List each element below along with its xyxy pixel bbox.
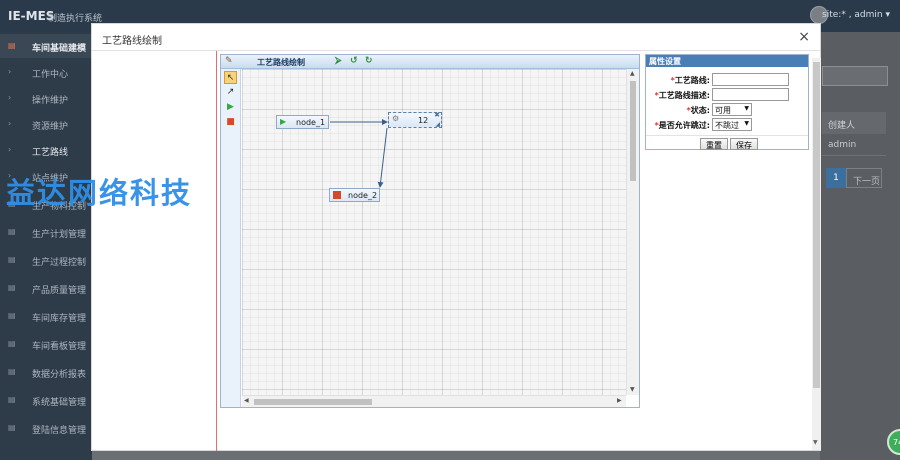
stop-icon [333,191,341,199]
sidebar-item-operation[interactable]: › 操作维护 [0,86,92,110]
workshop-icon: ▤ [8,41,16,50]
task-node[interactable]: ⚙ 12 ✖ ◢ [388,111,442,128]
canvas-horizontal-scrollbar[interactable]: ◀ ▶ [242,395,626,407]
menu-icon: ▤ [8,311,16,320]
properties-buttons: 重置 保存 [646,135,808,150]
sidebar-item-process[interactable]: ▤ 生产过程控制 [0,248,92,272]
field-routing-desc: *工艺路线描述: [646,88,808,102]
status-select[interactable]: 可用 ▼ [712,103,752,116]
design-canvas[interactable]: ▶ node_1 ⚙ 12 ✖ ◢ node_2 [242,69,626,395]
redo-icon[interactable]: ↻ [365,56,373,66]
sidebar-item-quality[interactable]: ▤ 产品质量管理 [0,276,92,300]
status-label: 状态: [690,106,710,115]
save-icon[interactable]: ⮚ [335,56,341,66]
scroll-left-icon[interactable]: ◀ [244,397,249,404]
sidebar-item-work-center[interactable]: › 工作中心 [0,60,92,84]
dialog-title: 工艺路线绘制 [102,36,162,47]
field-status: *状态: 可用 ▼ [646,103,808,117]
end-node[interactable]: node_2 [329,188,380,202]
start-node[interactable]: ▶ node_1 [276,115,329,129]
menu-icon: ▤ [8,367,16,376]
task-node-label: 12 [418,116,429,125]
menu-icon: ▤ [8,255,16,264]
routing-designer: ✎ 工艺路线绘制 ⮚ ↺ ↻ ↖ ↗ ▶ ■ ▶ node_1 ⚙ 12 ✖ ◢… [220,54,640,408]
properties-panel: 属性设置 *工艺路线: *工艺路线描述: *状态: 可用 ▼ *是否允许跳过: … [645,54,809,150]
background-content [820,32,900,460]
column-header-creator: 创建人 [822,112,886,134]
sidebar-item-reports[interactable]: ▤ 数据分析报表 [0,360,92,384]
dialog-left-panel [92,51,217,451]
dialog-header: 工艺路线绘制 × [92,24,820,51]
designer-title-bar: ✎ 工艺路线绘制 ⮚ ↺ ↻ [221,55,639,69]
flow-task-to-end [377,127,388,188]
pagination-next[interactable]: 下一页 [846,168,882,188]
horizontal-scroll-thumb[interactable] [254,399,372,405]
chevron-down-icon: ▼ [744,120,749,127]
start-node-label: node_1 [296,118,326,127]
routing-desc-label: 工艺路线描述: [658,91,710,100]
scroll-down-icon[interactable]: ▼ [813,439,818,446]
sidebar-item-workshop-modeling[interactable]: ▤ 车间基础建模 [0,34,92,58]
sidebar-item-kanban[interactable]: ▤ 车间看板管理 [0,332,92,356]
table-cell-creator: admin [822,134,886,156]
routing-input[interactable] [712,73,789,86]
menu-icon: ▤ [8,227,16,236]
scroll-down-icon[interactable]: ▼ [630,386,635,393]
delete-node-icon[interactable]: ✖ [434,111,440,119]
sidebar-item-resource[interactable]: › 资源维护 [0,112,92,136]
canvas-vertical-scrollbar[interactable]: ▲ ▼ [626,69,639,395]
routing-desc-input[interactable] [712,88,789,101]
end-node-label: node_2 [348,191,378,200]
designer-title: 工艺路线绘制 [257,58,305,67]
background-search-input[interactable] [822,66,888,86]
sidebar: ▤ 车间基础建模 › 工作中心 › 操作维护 › 资源维护 › 工艺路线 › 站… [0,32,92,460]
chevron-right-icon: › [8,67,12,76]
play-icon: ▶ [280,117,287,126]
properties-title: 属性设置 [646,55,808,67]
cursor-tool-icon[interactable]: ↖ [224,71,237,84]
allow-skip-label: 是否允许跳过: [658,121,710,130]
menu-icon: ▤ [8,423,16,432]
start-node-tool-icon[interactable]: ▶ [224,101,237,114]
reset-button[interactable]: 重置 [700,138,728,150]
scroll-up-icon[interactable]: ▲ [630,70,635,77]
undo-icon[interactable]: ↺ [350,56,358,66]
gear-icon: ⚙ [392,114,400,123]
save-button[interactable]: 保存 [730,138,758,150]
pagination-current[interactable]: 1 [826,168,846,188]
sidebar-item-plan[interactable]: ▤ 生产计划管理 [0,220,92,244]
dialog-scrollbar[interactable]: ▼ [812,58,821,450]
chevron-down-icon: ▼ [744,105,749,112]
routing-label: 工艺路线: [674,76,710,85]
close-icon[interactable]: × [798,29,810,45]
resize-handle-icon[interactable]: ◢ [435,121,440,128]
designer-toolbox: ↖ ↗ ▶ ■ [221,69,241,407]
connector-tool-icon[interactable]: ↗ [224,86,237,99]
watermark-text: 益达网络科技 [6,176,193,210]
pencil-icon: ✎ [225,56,233,66]
vertical-scroll-thumb[interactable] [630,81,636,181]
allow-skip-select[interactable]: 不跳过 ▼ [712,118,752,131]
dialog-scroll-thumb[interactable] [813,62,820,388]
chevron-right-icon: › [8,119,12,128]
field-allow-skip: *是否允许跳过: 不跳过 ▼ [646,118,808,132]
user-menu[interactable]: site:* , admin ▾ [822,10,890,20]
menu-icon: ▤ [8,283,16,292]
sidebar-item-system[interactable]: ▤ 系统基础管理 [0,388,92,412]
menu-icon: ▤ [8,395,16,404]
sidebar-item-inventory[interactable]: ▤ 车间库存管理 [0,304,92,328]
end-node-tool-icon[interactable]: ■ [224,116,237,129]
chevron-right-icon: › [8,145,12,154]
sidebar-item-routing[interactable]: › 工艺路线 [0,138,92,162]
scroll-right-icon[interactable]: ▶ [617,397,622,404]
field-routing: *工艺路线: [646,73,808,87]
menu-icon: ▤ [8,339,16,348]
chevron-right-icon: › [8,93,12,102]
sidebar-item-login-info[interactable]: ▤ 登陆信息管理 [0,416,92,440]
routing-dialog: 工艺路线绘制 × ✎ 工艺路线绘制 ⮚ ↺ ↻ ↖ ↗ ▶ ■ ▶ node_1… [91,23,821,451]
